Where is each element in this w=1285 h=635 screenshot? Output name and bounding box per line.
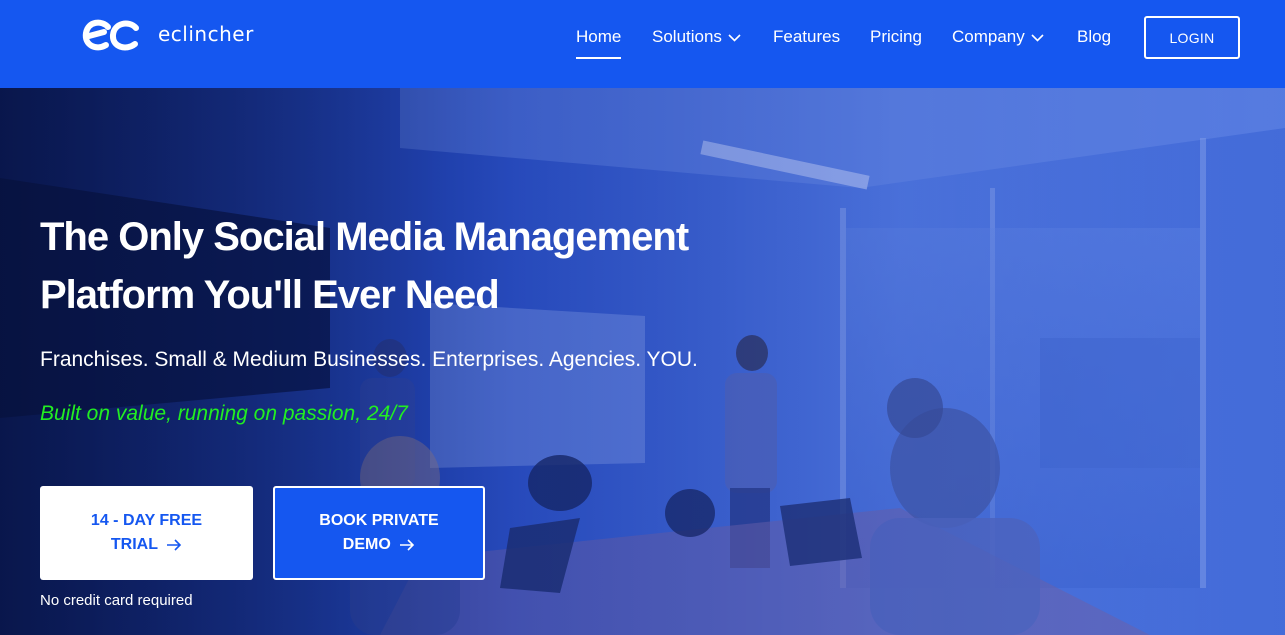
chevron-down-icon xyxy=(1031,34,1044,42)
nav-item-label: Blog xyxy=(1077,27,1112,46)
hero-headline: The Only Social Media Management Platfor… xyxy=(40,208,760,324)
headline-line-1: The Only Social Media Management xyxy=(40,215,689,259)
nav-item-features[interactable]: Features xyxy=(773,27,840,47)
eclincher-logo-icon xyxy=(82,19,139,51)
no-credit-card-note: No credit card required xyxy=(40,592,193,609)
nav-item-pricing[interactable]: Pricing xyxy=(870,27,922,47)
arrow-right-icon xyxy=(400,539,415,551)
headline-line-2: Platform You'll Ever Need xyxy=(40,273,500,317)
login-button[interactable]: LOGIN xyxy=(1144,16,1240,59)
nav-item-label: Pricing xyxy=(870,27,922,46)
nav-item-blog[interactable]: Blog xyxy=(1077,27,1111,47)
nav-item-solutions[interactable]: Solutions xyxy=(652,27,741,47)
book-demo-button[interactable]: BOOK PRIVATE DEMO xyxy=(273,486,485,580)
nav-item-home[interactable]: Home xyxy=(576,27,622,59)
brand-name: eclincher xyxy=(158,22,254,46)
nav-item-label: Home xyxy=(576,27,622,46)
nav-item-label: Company xyxy=(952,27,1025,46)
logo[interactable]: eclincher xyxy=(82,19,254,53)
chevron-down-icon xyxy=(728,34,741,42)
demo-button-line-2: DEMO xyxy=(342,536,391,553)
hero-tagline: Built on value, running on passion, 24/7 xyxy=(40,402,408,425)
hero-section: The Only Social Media Management Platfor… xyxy=(0,88,1285,635)
nav-item-label: Features xyxy=(773,27,841,46)
hero-subline: Franchises. Small & Medium Businesses. E… xyxy=(40,348,698,371)
arrow-right-icon xyxy=(167,539,182,551)
trial-button-line-2: TRIAL xyxy=(110,536,158,553)
top-navbar: eclincher Home Solutions Features Pricin… xyxy=(0,0,1285,88)
nav-item-company[interactable]: Company xyxy=(952,27,1044,47)
demo-button-line-1: BOOK PRIVATE xyxy=(319,512,439,529)
trial-button-line-1: 14 - DAY FREE xyxy=(90,512,203,529)
nav-item-label: Solutions xyxy=(652,27,722,46)
free-trial-button[interactable]: 14 - DAY FREE TRIAL xyxy=(40,486,253,580)
